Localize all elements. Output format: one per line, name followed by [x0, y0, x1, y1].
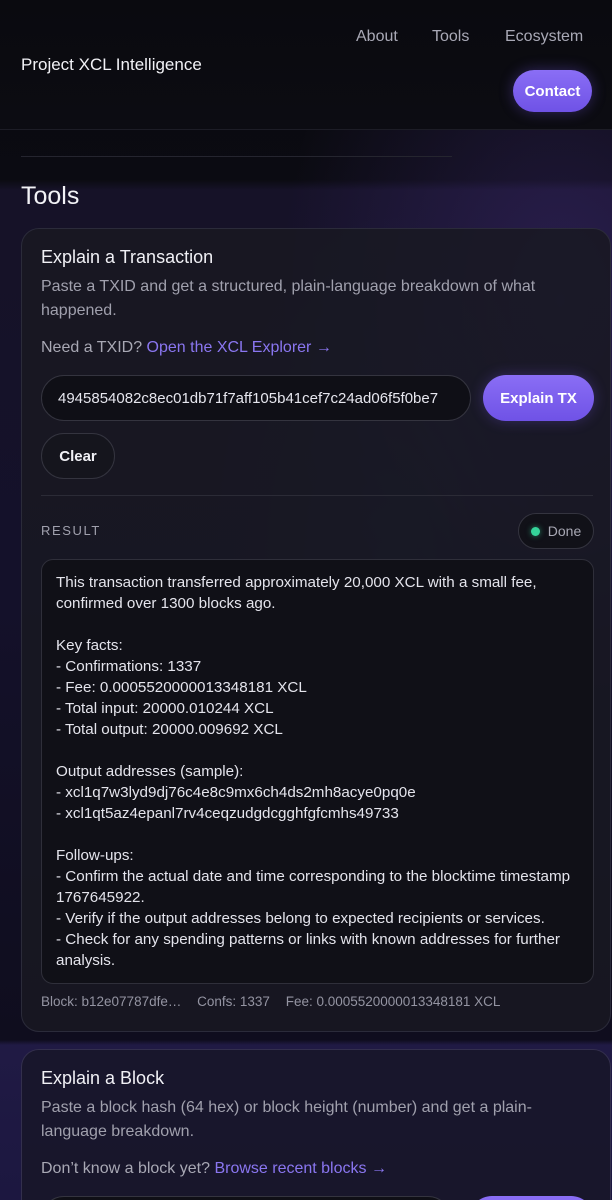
status-dot-icon [530, 526, 540, 536]
open-explorer-link[interactable]: Open the XCL Explorer → [147, 339, 332, 356]
site-header: Project XCL Intelligence About Tools Eco… [0, 0, 612, 130]
header-divider [21, 156, 452, 157]
result-text: This transaction transferred approximate… [56, 574, 571, 969]
result-meta-row: Block: b12e07787dfe… Confs: 1337 Fee: 0.… [41, 994, 512, 1009]
block-input[interactable] [41, 1196, 451, 1200]
meta-block: Block: b12e07787dfe… [41, 994, 182, 1009]
card-title: Explain a Transaction [41, 247, 214, 267]
section-title: Tools [21, 182, 80, 210]
brand-name[interactable]: Project XCL Intelligence [21, 55, 202, 75]
card-description: Paste a TXID and get a structured, plain… [41, 278, 536, 319]
explain-transaction-card: Explain a Transaction Paste a TXID and g… [21, 228, 611, 1032]
card-divider [41, 495, 593, 496]
nav-about[interactable]: About [356, 28, 398, 46]
need-block-prefix: Don’t know a block yet? [41, 1160, 210, 1177]
meta-fee: Fee: 0.0005520000013348181 XCL [285, 994, 501, 1009]
status-badge: Done [518, 513, 594, 549]
nav-tools[interactable]: Tools [432, 28, 469, 46]
nav-ecosystem[interactable]: Ecosystem [505, 28, 583, 46]
need-block-text: Don’t know a block yet? Browse recent bl… [41, 1160, 387, 1178]
explain-block-card: Explain a Block Paste a block hash (64 h… [21, 1049, 611, 1200]
card-title: Explain a Block [41, 1068, 165, 1088]
need-txid-text: Need a TXID? Open the XCL Explorer → [41, 339, 332, 357]
clear-button[interactable]: Clear [41, 433, 115, 479]
txid-input[interactable] [41, 375, 471, 421]
result-output-box[interactable]: This transaction transferred approximate… [41, 559, 594, 984]
explain-block-button[interactable] [469, 1196, 594, 1200]
browse-blocks-link[interactable]: Browse recent blocks → [214, 1160, 387, 1177]
result-label: RESULT [41, 523, 101, 538]
contact-button[interactable]: Contact [513, 70, 592, 112]
need-txid-prefix: Need a TXID? [41, 339, 143, 356]
status-text: Done [547, 523, 582, 539]
meta-confs: Confs: 1337 [197, 994, 270, 1009]
explain-tx-button[interactable]: Explain TX [483, 375, 594, 421]
card-description: Paste a block hash (64 hex) or block hei… [41, 1099, 532, 1140]
